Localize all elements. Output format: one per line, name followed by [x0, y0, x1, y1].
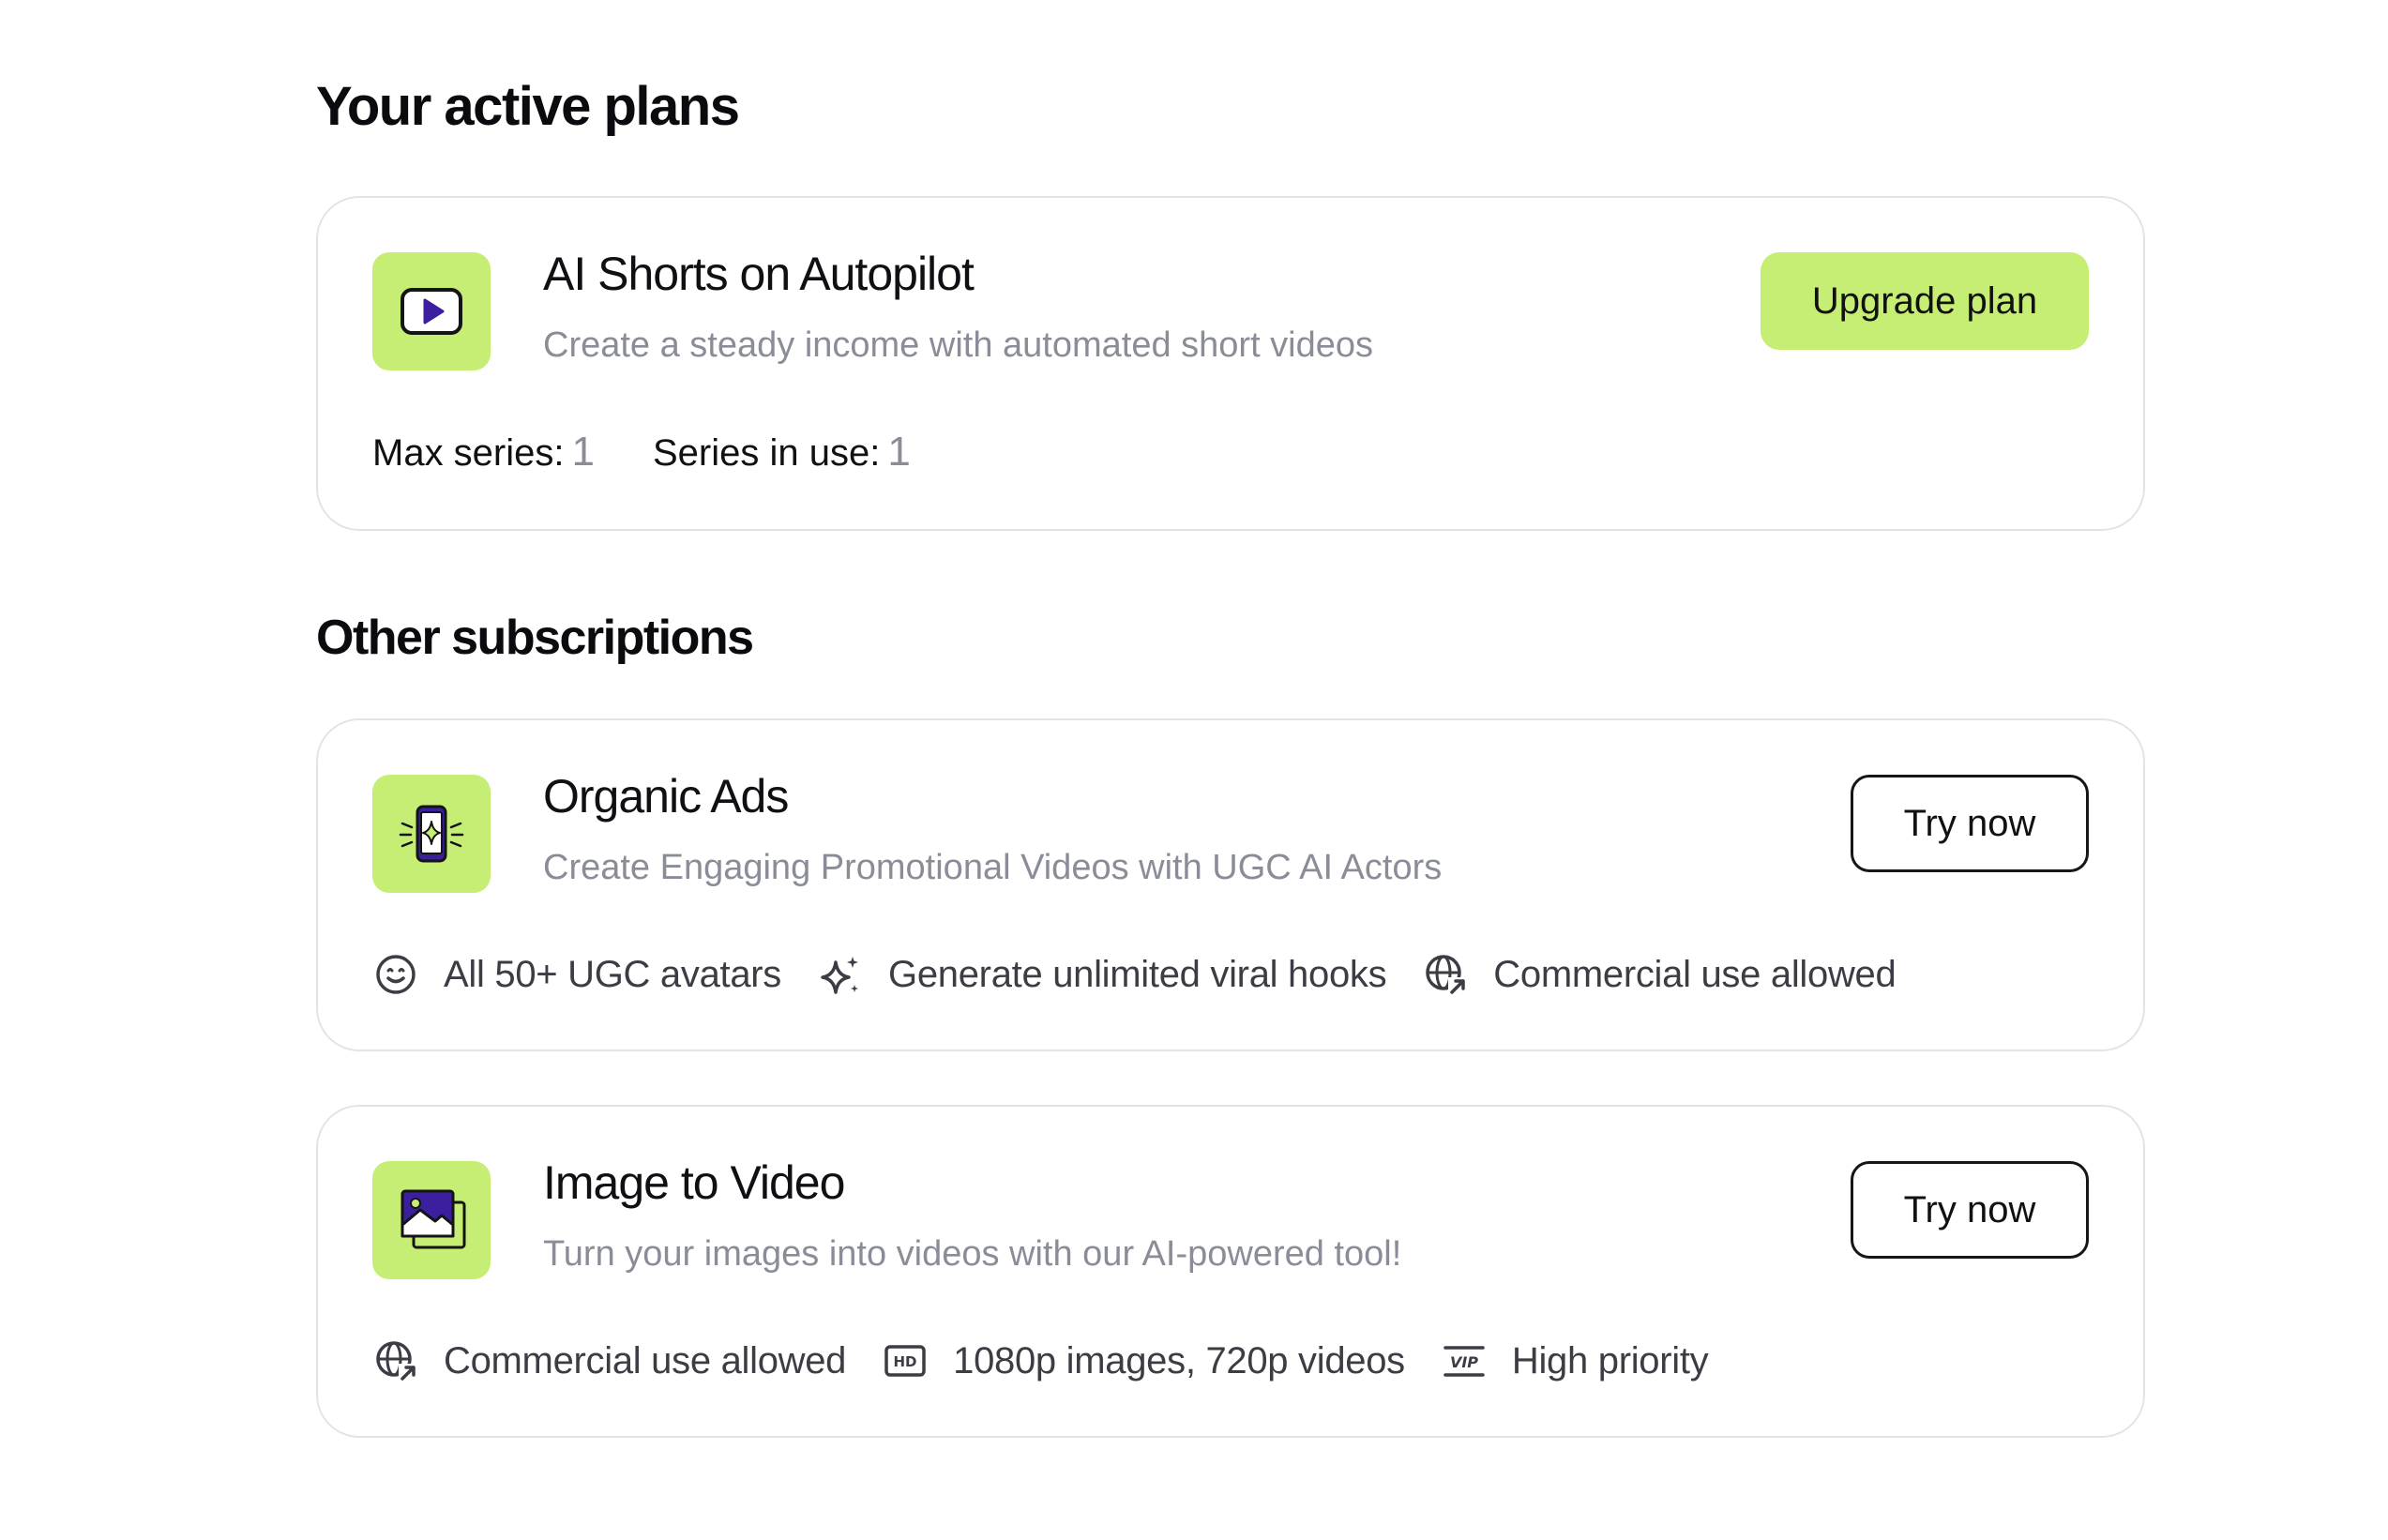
subscription-card-organic-ads: Organic Ads Create Engaging Promotional …	[316, 718, 2145, 1051]
active-plans-heading: Your active plans	[316, 76, 740, 137]
active-plan-card: AI Shorts on Autopilot Create a steady i…	[316, 196, 2145, 531]
feature-item: VIP High priority	[1441, 1337, 1709, 1384]
feature-text: Commercial use allowed	[1493, 953, 1897, 995]
globe-arrow-icon	[372, 1337, 419, 1384]
phone-sparkle-icon	[372, 775, 491, 893]
subscription-title: Image to Video	[543, 1156, 845, 1209]
subscription-title: Organic Ads	[543, 770, 789, 823]
subscription-subtitle: Turn your images into videos with our AI…	[543, 1234, 1402, 1274]
feature-text: Commercial use allowed	[444, 1339, 847, 1381]
feature-text: 1080p images, 720p videos	[953, 1339, 1405, 1381]
upgrade-plan-button[interactable]: Upgrade plan	[1761, 252, 2089, 350]
try-now-button-image-to-video[interactable]: Try now	[1851, 1161, 2089, 1259]
subscription-subtitle: Create Engaging Promotional Videos with …	[543, 848, 1443, 887]
try-now-button-organic-ads[interactable]: Try now	[1851, 775, 2089, 872]
globe-arrow-icon	[1422, 951, 1469, 998]
feature-item: All 50+ UGC avatars	[372, 951, 781, 998]
series-in-use-label: Series in use:	[652, 432, 881, 474]
max-series-label: Max series:	[372, 432, 565, 474]
feature-text: Generate unlimited viral hooks	[888, 953, 1387, 995]
feature-item: Commercial use allowed	[372, 1337, 846, 1384]
other-subscriptions-heading: Other subscriptions	[316, 611, 754, 665]
svg-text:VIP: VIP	[1450, 1353, 1478, 1371]
hd-icon: HD	[882, 1337, 929, 1384]
plan-title: AI Shorts on Autopilot	[543, 248, 975, 300]
svg-text:HD: HD	[894, 1353, 917, 1370]
image-stack-icon	[372, 1161, 491, 1279]
smiley-icon	[372, 951, 419, 998]
subscription-card-image-to-video: Image to Video Turn your images into vid…	[316, 1105, 2145, 1438]
max-series-value: 1	[571, 429, 595, 475]
feature-item: HD 1080p images, 720p videos	[882, 1337, 1405, 1384]
feature-text: All 50+ UGC avatars	[444, 953, 782, 995]
feature-list: Commercial use allowed HD 1080p images, …	[372, 1337, 1744, 1384]
feature-text: High priority	[1511, 1339, 1709, 1381]
vip-icon: VIP	[1441, 1337, 1488, 1384]
feature-item: Commercial use allowed	[1422, 951, 1897, 998]
video-play-icon	[372, 252, 491, 370]
plan-stats: Max series: 1 Series in use: 1	[372, 429, 969, 476]
sparkles-icon	[817, 951, 864, 998]
feature-item: Generate unlimited viral hooks	[817, 951, 1387, 998]
plan-subtitle: Create a steady income with automated sh…	[543, 325, 1374, 365]
series-in-use-value: 1	[887, 429, 911, 475]
feature-list: All 50+ UGC avatars Generate unlimited v…	[372, 951, 1931, 998]
